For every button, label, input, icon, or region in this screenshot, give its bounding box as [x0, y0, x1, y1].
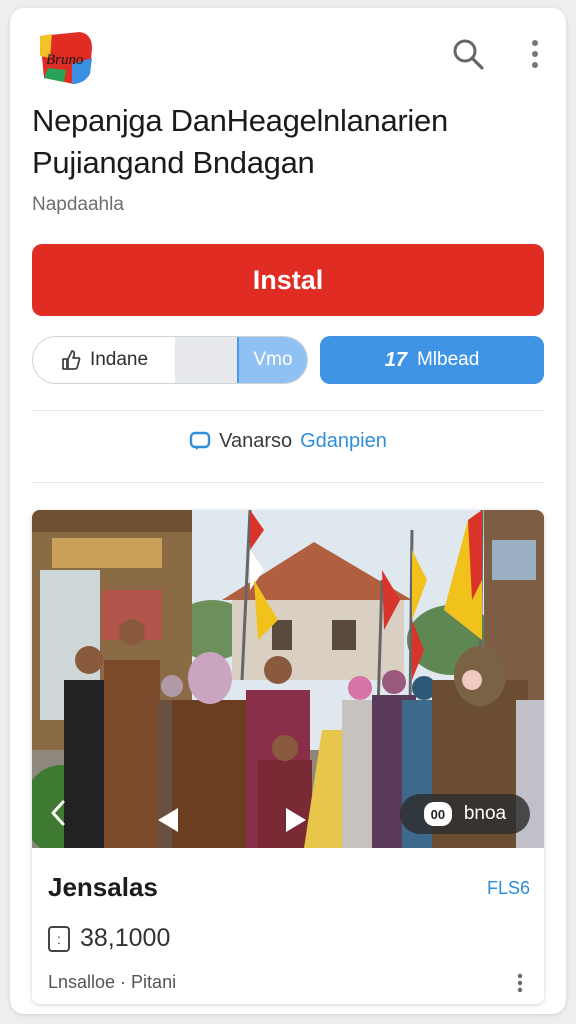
media-photo: 00 bnoa	[32, 510, 544, 848]
developer-name[interactable]: Napdaahla	[32, 194, 124, 216]
segment-left[interactable]: Indane	[33, 337, 175, 383]
item-name: Jensalas	[48, 872, 158, 902]
more-options-button[interactable]	[520, 34, 550, 74]
secondary-action-label: Mlbead	[416, 349, 480, 370]
app-logo: Bruno	[36, 28, 94, 86]
secondary-action-button[interactable]: 17 Mlbead	[320, 336, 544, 384]
more-vertical-icon	[532, 40, 538, 68]
play-left-icon	[158, 808, 178, 832]
more-vertical-icon	[517, 973, 523, 993]
media-badge-label: bnoa	[463, 803, 507, 824]
segmented-control: Indane Vmo	[32, 336, 308, 384]
media-badge[interactable]: 00 bnoa	[400, 794, 530, 834]
info-link[interactable]: Vanarso Gdanpien	[10, 426, 566, 456]
search-button[interactable]	[448, 34, 488, 74]
play-icon	[286, 808, 306, 832]
item-tag[interactable]: FLS6	[487, 878, 530, 899]
price-tag-icon: :	[48, 925, 70, 952]
media-badge-icon: 00	[423, 802, 452, 826]
prev-arrow-button[interactable]	[40, 795, 76, 831]
play-back-button[interactable]	[150, 802, 186, 838]
chat-icon	[189, 431, 211, 450]
install-button[interactable]: Instal	[32, 244, 544, 316]
divider-top	[32, 410, 544, 411]
chevron-left-icon	[51, 800, 65, 826]
media-card[interactable]: 00 bnoa Jensalas FLS6 : 38,1000 Lnsalloe…	[32, 510, 544, 1004]
info-link-part2: Gdanpien	[300, 429, 387, 452]
app-title: Nepanjga DanHeagelnlanarien Pujiangand B…	[32, 103, 448, 180]
price-row: : 38,1000	[48, 924, 170, 953]
info-link-part1: Vanarso	[219, 429, 293, 452]
divider-bottom	[32, 482, 544, 483]
segment-left-label: Indane	[89, 349, 149, 370]
secondary-action-icon: 17	[384, 348, 407, 371]
item-more-button[interactable]	[510, 970, 530, 996]
thumb-up-icon	[62, 350, 81, 370]
search-icon	[453, 39, 484, 70]
app-detail-card: Bruno Nepanjga DanHeagelnlanarien Pujian…	[10, 8, 566, 1014]
segment-divider	[175, 337, 237, 383]
item-meta: Lnsalloe · Pitani	[48, 972, 177, 992]
play-button[interactable]	[278, 802, 314, 838]
item-price: 38,1000	[80, 924, 171, 952]
logo-text: Bruno	[46, 52, 84, 68]
segment-right[interactable]: Vmo	[237, 337, 307, 383]
